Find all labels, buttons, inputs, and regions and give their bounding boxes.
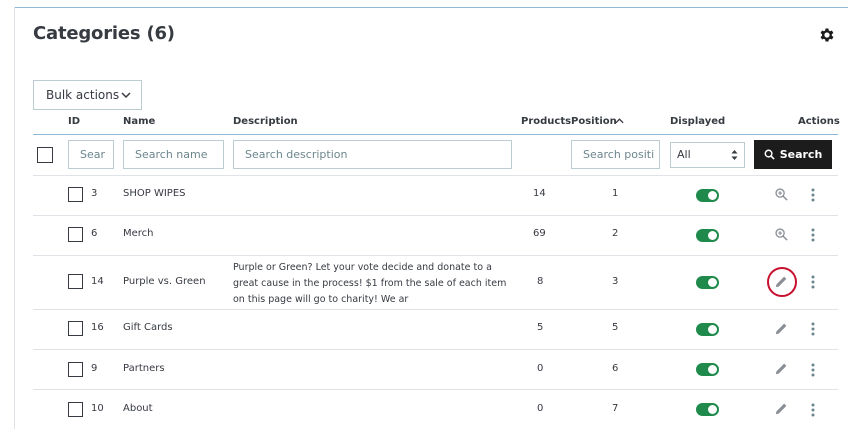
table-row: 14 Purple vs. Green Purple or Green? Let…	[33, 256, 838, 310]
displayed-toggle[interactable]	[696, 189, 719, 202]
column-position[interactable]: Position	[571, 116, 617, 127]
more-options-icon[interactable]	[811, 228, 815, 242]
row-id: 10	[91, 403, 104, 414]
row-products[interactable]: 0	[537, 363, 543, 374]
row-name: Merch	[123, 228, 154, 239]
displayed-toggle[interactable]	[696, 323, 719, 336]
column-displayed[interactable]: Displayed	[670, 116, 725, 127]
chevron-down-icon	[121, 92, 131, 99]
row-products[interactable]: 0	[537, 403, 543, 414]
row-products[interactable]: 14	[533, 188, 546, 199]
column-products[interactable]: Products	[521, 116, 571, 127]
search-button-label: Search	[779, 148, 823, 161]
row-id: 9	[91, 363, 98, 374]
pencil-icon[interactable]	[774, 361, 789, 376]
row-description: Purple or Green? Let your vote decide an…	[233, 262, 507, 305]
row-checkbox[interactable]	[68, 321, 83, 336]
more-options-icon[interactable]	[811, 363, 815, 377]
bulk-actions-button[interactable]: Bulk actions	[33, 80, 142, 110]
row-position: 5	[612, 322, 619, 333]
row-checkbox[interactable]	[68, 227, 83, 242]
row-name: Gift Cards	[123, 322, 173, 333]
id-filter-input[interactable]: Sear	[68, 140, 114, 169]
row-name: Purple vs. Green	[123, 276, 206, 287]
row-products[interactable]: 5	[537, 322, 543, 333]
row-products[interactable]: 69	[533, 228, 546, 239]
more-options-icon[interactable]	[811, 322, 815, 336]
row-position: 1	[612, 188, 619, 199]
table-row: 6 Merch 69 2	[33, 216, 838, 256]
page-title: Categories (6)	[33, 23, 175, 44]
row-id: 16	[91, 322, 104, 333]
more-options-icon[interactable]	[811, 188, 815, 202]
row-id: 14	[91, 276, 104, 287]
row-checkbox[interactable]	[68, 362, 83, 377]
pencil-icon[interactable]	[774, 321, 789, 336]
gear-icon[interactable]	[818, 26, 836, 44]
filter-row: Sear Search name Search description Sear…	[33, 136, 838, 176]
row-position: 2	[612, 228, 619, 239]
row-position: 7	[612, 403, 619, 414]
row-checkbox[interactable]	[68, 187, 83, 202]
panel-top-border	[14, 7, 848, 8]
displayed-toggle[interactable]	[696, 229, 719, 242]
row-id: 3	[91, 188, 98, 199]
table-row: 10 About 0 7	[33, 390, 838, 429]
displayed-toggle[interactable]	[696, 276, 719, 289]
column-actions: Actions	[798, 116, 840, 127]
table-header: ID Name Description Products Position Di…	[33, 112, 840, 135]
table-row: 9 Partners 0 6	[33, 350, 838, 390]
row-checkbox[interactable]	[68, 402, 83, 417]
search-button[interactable]: Search	[754, 140, 832, 169]
row-name: Partners	[123, 363, 165, 374]
column-id[interactable]: ID	[68, 116, 80, 127]
displayed-toggle[interactable]	[696, 403, 719, 416]
description-filter-input[interactable]: Search description	[233, 140, 512, 169]
table-row: 3 SHOP WIPES 14 1	[33, 176, 838, 216]
bulk-actions-label: Bulk actions	[46, 88, 120, 102]
more-options-icon[interactable]	[811, 403, 815, 417]
select-arrows-icon	[731, 150, 738, 160]
displayed-toggle[interactable]	[696, 363, 719, 376]
name-filter-input[interactable]: Search name	[123, 140, 224, 169]
row-name: About	[123, 403, 153, 414]
search-icon	[764, 149, 775, 160]
displayed-filter-select[interactable]: All	[670, 142, 745, 168]
column-description[interactable]: Description	[233, 116, 298, 127]
sort-ascending-icon[interactable]	[615, 117, 624, 125]
row-name: SHOP WIPES	[123, 188, 186, 199]
panel-left-border	[14, 7, 15, 429]
row-checkbox[interactable]	[68, 274, 83, 289]
zoom-icon[interactable]	[774, 187, 789, 202]
zoom-icon[interactable]	[774, 227, 789, 242]
table-row: 16 Gift Cards 5 5	[33, 310, 838, 350]
row-position: 6	[612, 363, 619, 374]
pencil-icon[interactable]	[774, 401, 789, 416]
column-name[interactable]: Name	[123, 116, 155, 127]
row-position: 3	[612, 276, 619, 287]
row-products[interactable]: 8	[537, 276, 543, 287]
select-all-checkbox[interactable]	[37, 147, 53, 163]
position-filter-input[interactable]: Search positi	[571, 140, 660, 169]
pencil-icon[interactable]	[774, 274, 789, 289]
displayed-filter-value: All	[677, 148, 691, 161]
more-options-icon[interactable]	[811, 275, 815, 289]
row-id: 6	[91, 228, 98, 239]
